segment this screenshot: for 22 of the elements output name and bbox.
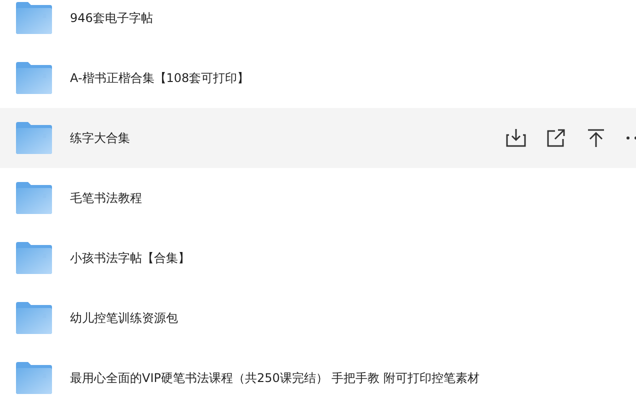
- folder-row[interactable]: 946套电子字帖: [0, 0, 636, 48]
- folder-icon: [16, 302, 52, 334]
- folder-row[interactable]: 练字大合集: [0, 108, 636, 168]
- folder-name: 毛笔书法教程: [70, 190, 142, 207]
- folder-name: 最用心全面的VIP硬笔书法课程（共250课完结） 手把手教 附可打印控笔素材: [70, 370, 480, 387]
- folder-row[interactable]: 最用心全面的VIP硬笔书法课程（共250课完结） 手把手教 附可打印控笔素材: [0, 348, 636, 404]
- folder-name: 幼儿控笔训练资源包: [70, 310, 178, 327]
- folder-name: A-楷书正楷合集【108套可打印】: [70, 70, 250, 87]
- folder-name: 946套电子字帖: [70, 10, 153, 27]
- download-icon[interactable]: [504, 126, 528, 150]
- folder-name: 小孩书法字帖【合集】: [70, 250, 190, 267]
- folder-icon: [16, 362, 52, 394]
- folder-name: 练字大合集: [70, 130, 130, 147]
- folder-icon: [16, 182, 52, 214]
- folder-icon: [16, 122, 52, 154]
- folder-row[interactable]: 幼儿控笔训练资源包: [0, 288, 636, 348]
- folder-row[interactable]: A-楷书正楷合集【108套可打印】: [0, 48, 636, 108]
- folder-icon: [16, 2, 52, 34]
- folder-row[interactable]: 毛笔书法教程: [0, 168, 636, 228]
- folder-row[interactable]: 小孩书法字帖【合集】: [0, 228, 636, 288]
- folder-icon: [16, 242, 52, 274]
- folder-icon: [16, 62, 52, 94]
